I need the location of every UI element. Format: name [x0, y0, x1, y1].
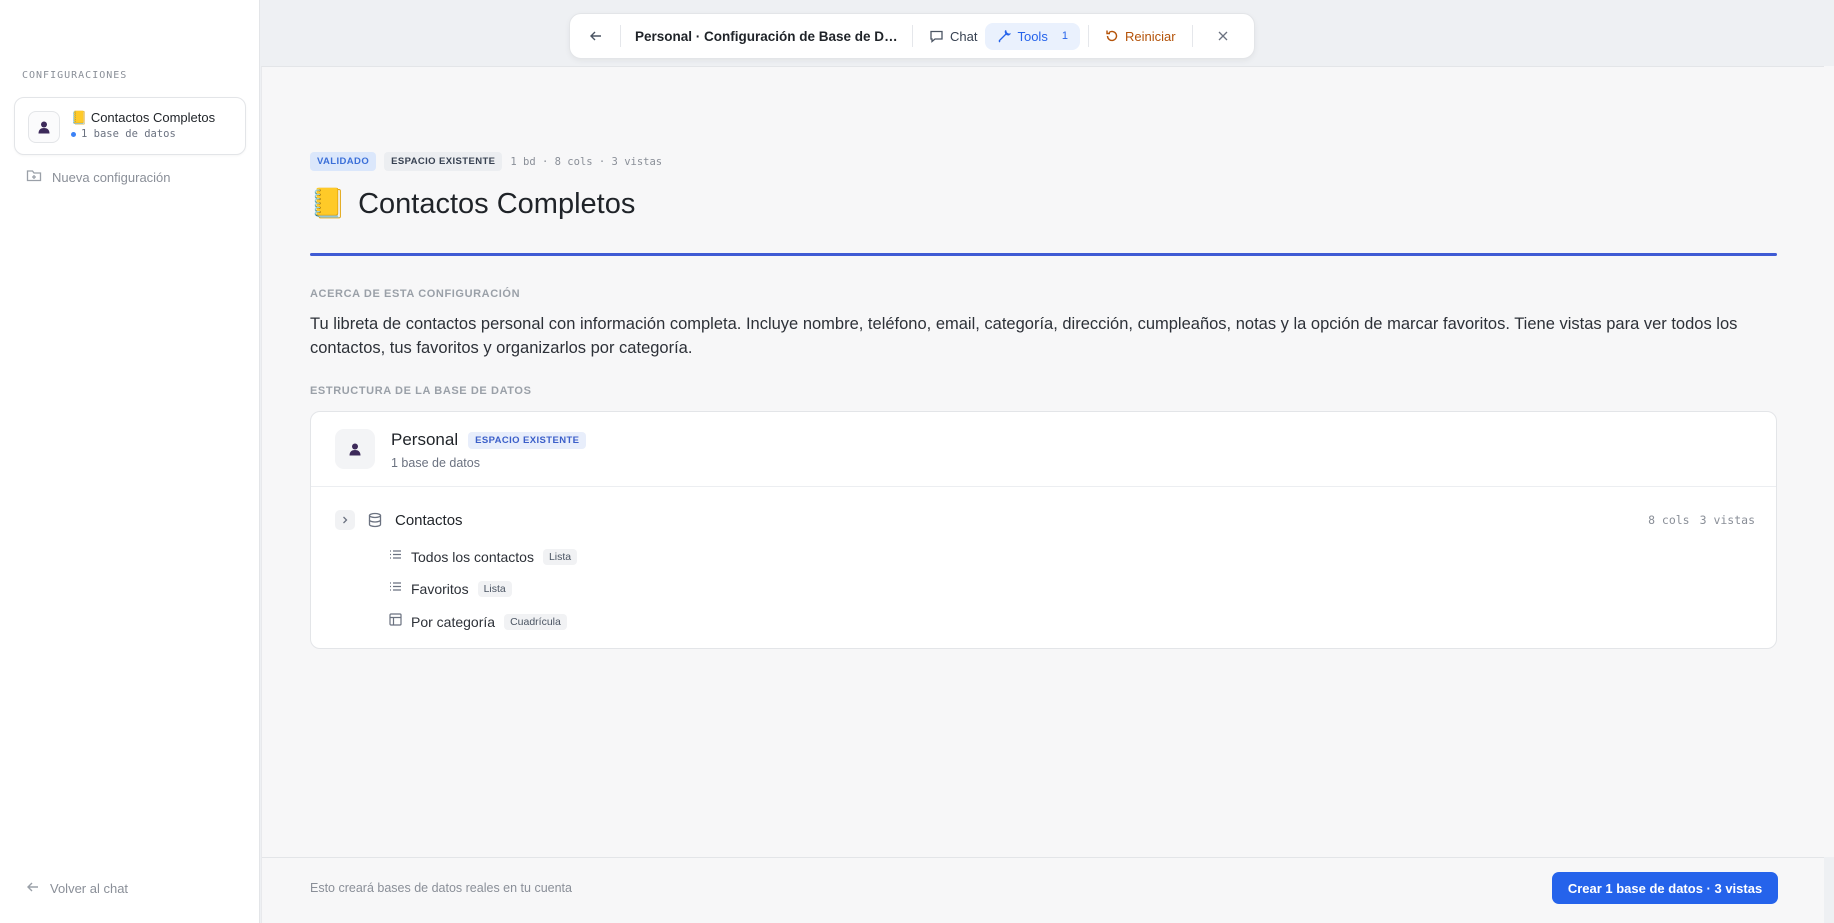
- notebook-icon: 📒: [310, 188, 347, 220]
- back-to-chat-label: Volver al chat: [50, 881, 129, 896]
- status-badges: VALIDADO ESPACIO EXISTENTE 1 bd · 8 cols…: [310, 152, 662, 171]
- chat-bubble-icon: [930, 30, 943, 43]
- sidebar-config-item[interactable]: 📒 Contactos Completos 1 base de datos: [14, 97, 246, 155]
- existing-space-badge: ESPACIO EXISTENTE: [384, 152, 503, 171]
- config-meta: 1 bd · 8 cols · 3 vistas: [510, 155, 663, 168]
- view-type-tag: Lista: [477, 581, 512, 597]
- config-title: 📒 Contactos Completos: [71, 110, 215, 126]
- config-subtitle: 1 base de datos: [71, 128, 176, 140]
- database-meta: 8 cols 3 vistas: [1648, 513, 1755, 527]
- database-name: Contactos: [395, 511, 463, 529]
- sidebar: CONFIGURACIONES 📒 Contactos Completos 1 …: [0, 0, 260, 923]
- footer-note: Esto creará bases de datos reales en tu …: [310, 881, 572, 895]
- view-item: Por categoría Cuadrícula: [389, 611, 567, 633]
- view-name: Favoritos: [411, 581, 469, 597]
- status-dot: [71, 131, 76, 137]
- reset-button-label: Reiniciar: [1124, 28, 1176, 44]
- new-config-button[interactable]: Nueva configuración: [26, 168, 171, 187]
- page-title: 📒 Contactos Completos: [310, 187, 635, 221]
- view-name: Por categoría: [411, 614, 496, 630]
- reset-button[interactable]: Reiniciar: [1097, 23, 1184, 50]
- config-subtitle-text: 1 base de datos: [81, 128, 176, 140]
- top-toolbar: Personal · Configuración de Base de Da..…: [569, 13, 1255, 59]
- arrow-left-icon: [590, 31, 601, 41]
- close-button[interactable]: [1209, 22, 1237, 50]
- create-databases-button[interactable]: Crear 1 base de datos · 3 vistas: [1552, 872, 1778, 904]
- workspace-name-text: Personal: [391, 430, 459, 449]
- user-avatar-icon: [335, 429, 375, 469]
- list-icon: [389, 580, 402, 598]
- workspace-name: Personal ESPACIO EXISTENTE: [391, 430, 587, 450]
- back-button[interactable]: [580, 20, 612, 52]
- validated-badge: VALIDADO: [310, 152, 377, 171]
- workspace-header: Personal ESPACIO EXISTENTE 1 base de dat…: [311, 412, 1776, 487]
- structure-card: Personal ESPACIO EXISTENTE 1 base de dat…: [310, 411, 1777, 649]
- grid-icon: [389, 613, 402, 631]
- config-description: Tu libreta de contactos personal con inf…: [310, 315, 1738, 357]
- arrow-left-icon: [26, 880, 40, 897]
- new-config-label: Nueva configuración: [52, 170, 171, 185]
- tools-button[interactable]: Tools 1: [985, 22, 1080, 50]
- footer: Esto creará bases de datos reales en tu …: [262, 857, 1824, 923]
- main-panel: VALIDADO ESPACIO EXISTENTE 1 bd · 8 cols…: [261, 66, 1824, 923]
- view-type-tag: Lista: [542, 549, 578, 565]
- toolbar-divider: [1191, 25, 1193, 47]
- toolbar-divider: [1087, 25, 1089, 47]
- chevron-right-icon[interactable]: [335, 510, 355, 530]
- toolbar-divider: [620, 25, 621, 47]
- tools-button-label: Tools: [1017, 28, 1048, 44]
- structure-section-label: ESTRUCTURA DE LA BASE DE DATOS: [310, 385, 532, 397]
- list-icon: [389, 548, 402, 566]
- chat-button[interactable]: Chat: [921, 23, 985, 50]
- database-cols: 8 cols: [1648, 513, 1690, 527]
- database-icon: [367, 512, 383, 528]
- database-views-count: 3 vistas: [1699, 513, 1755, 527]
- back-to-chat-link[interactable]: Volver al chat: [26, 880, 128, 897]
- folder-plus-icon: [26, 168, 42, 187]
- database-row[interactable]: Contactos 8 cols 3 vistas: [335, 508, 1755, 532]
- user-avatar-icon: [28, 111, 60, 143]
- config-title-text: Contactos Completos: [90, 110, 216, 125]
- tools-count-badge: 1: [1061, 30, 1068, 42]
- about-section-label: ACERCA DE ESTA CONFIGURACIÓN: [310, 288, 521, 300]
- title-divider: [310, 253, 1777, 256]
- view-item: Favoritos Lista: [389, 578, 512, 600]
- chat-button-label: Chat: [950, 28, 978, 44]
- wrench-icon: [999, 30, 1012, 43]
- workspace-subtitle: 1 base de datos: [391, 456, 480, 470]
- notebook-icon: 📒: [71, 110, 88, 125]
- page-title-text: Contactos Completos: [358, 187, 636, 220]
- view-item: Todos los contactos Lista: [389, 546, 578, 568]
- sidebar-section-label: CONFIGURACIONES: [22, 70, 128, 81]
- view-type-tag: Cuadrícula: [504, 614, 567, 630]
- toolbar-title: Personal · Configuración de Base de Da..…: [635, 28, 903, 44]
- toolbar-divider: [912, 25, 913, 47]
- scrollbar[interactable]: [1824, 66, 1834, 857]
- refresh-icon: [1106, 30, 1118, 42]
- close-icon: [1218, 31, 1227, 41]
- workspace-badge: ESPACIO EXISTENTE: [468, 431, 587, 449]
- view-name: Todos los contactos: [411, 549, 534, 565]
